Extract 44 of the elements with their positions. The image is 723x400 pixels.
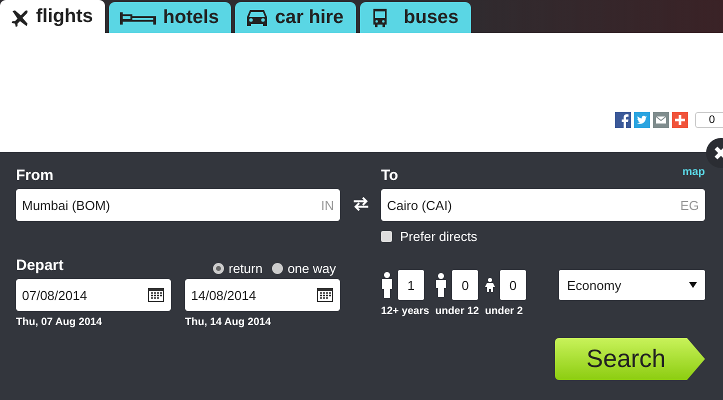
facebook-icon[interactable]	[614, 112, 631, 128]
count-field[interactable]: 0	[452, 270, 478, 300]
depart-label: Depart	[16, 256, 64, 276]
date-field[interactable]: 07/08/2014	[16, 279, 171, 311]
country-code: EG	[680, 198, 699, 212]
calendar-icon[interactable]	[147, 286, 165, 304]
car-icon	[244, 8, 269, 28]
share-count: 0	[694, 112, 723, 128]
passenger-label: under 2	[484, 305, 524, 317]
count-field[interactable]: 1	[398, 270, 424, 300]
caret-icon	[689, 282, 697, 288]
count-field[interactable]: 0	[500, 270, 526, 300]
date-caption: Thu, 07 Aug 2014	[16, 316, 103, 328]
envelope-icon[interactable]	[652, 112, 669, 128]
passenger-label: under 12	[435, 305, 479, 317]
from-field[interactable]: Mumbai (BOM) IN	[16, 189, 340, 221]
date-field[interactable]: 14/08/2014	[185, 279, 340, 311]
tab[interactable]: car hire	[234, 2, 356, 33]
adult-icon	[381, 272, 393, 298]
map-link[interactable]: map	[682, 166, 705, 178]
bird-icon[interactable]	[634, 112, 650, 128]
country-code: IN	[321, 198, 334, 212]
to-label: To	[381, 166, 398, 186]
search-button[interactable]: Search	[555, 338, 705, 380]
passenger-label: 12+ years	[381, 305, 430, 317]
infant-icon	[484, 278, 495, 292]
date-caption: Thu, 14 Aug 2014	[185, 316, 272, 328]
radio-button[interactable]	[272, 263, 283, 274]
tab[interactable]: buses	[360, 2, 471, 33]
tab[interactable]: hotels	[109, 2, 231, 33]
child-icon	[435, 273, 448, 297]
checkbox[interactable]	[381, 231, 392, 242]
from-label: From	[16, 166, 54, 186]
radio-button[interactable]	[212, 263, 224, 274]
calendar-icon[interactable]	[316, 286, 334, 304]
to-field[interactable]: Cairo (CAI) EG	[381, 189, 705, 221]
cabin-select[interactable]: Economy	[559, 270, 705, 300]
swap-icon[interactable]	[352, 196, 370, 212]
checkbox-label: Prefer directs	[400, 229, 478, 244]
bed-icon	[119, 10, 157, 26]
radio-label: one way	[288, 261, 336, 276]
plus-icon[interactable]	[672, 112, 688, 128]
tab[interactable]: flights	[0, 0, 105, 33]
radio-label: return	[228, 261, 263, 276]
